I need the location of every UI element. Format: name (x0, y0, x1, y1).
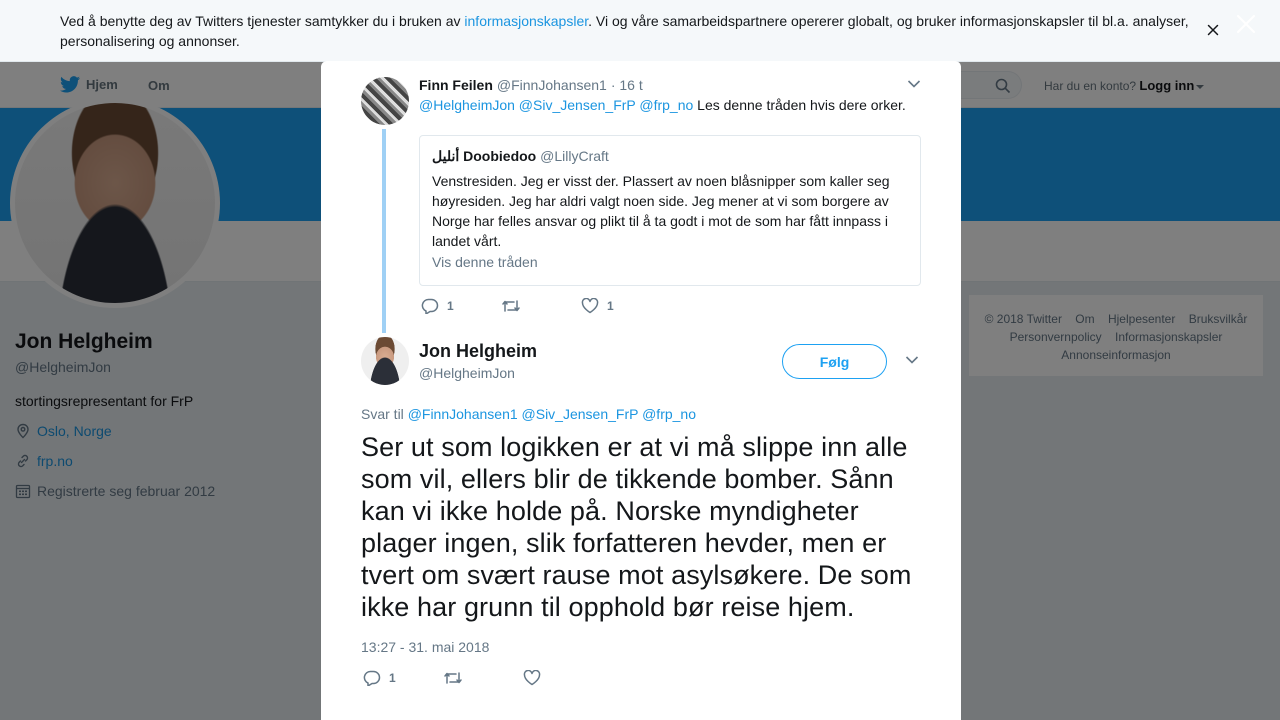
modal-close-icon[interactable] (1234, 12, 1258, 36)
follow-button[interactable]: Følg (782, 344, 887, 379)
retweet-icon (502, 300, 520, 312)
ancestor-avatar[interactable] (361, 77, 409, 125)
main-tweet-timestamp[interactable]: 13:27 - 31. mai 2018 (361, 639, 489, 655)
main-tweet-avatar[interactable] (361, 337, 409, 385)
ancestor-tweet-text: @HelgheimJon @Siv_Jensen_FrP @frp_no Les… (419, 95, 921, 115)
heart-icon (581, 298, 599, 314)
reply-count: 1 (447, 299, 454, 313)
ancestor-timestamp[interactable]: · 16 t (611, 77, 643, 93)
ancestor-tweet-header: Finn Feilen @FinnJohansen1 · 16 t (419, 77, 921, 93)
main-reply-button[interactable]: 1 (363, 670, 443, 686)
cookie-policy-link[interactable]: informasjonskapsler (464, 13, 588, 29)
reply-to-mentions[interactable]: @FinnJohansen1 @Siv_Jensen_FrP @frp_no (408, 406, 696, 422)
quoted-tweet[interactable]: أنليل Doobiedoo @LillyCraft Venstresiden… (419, 135, 921, 286)
main-tweet-action-bar: 1 (363, 670, 603, 686)
main-tweet-text: Ser ut som logikken er at vi må slippe i… (361, 432, 912, 622)
main-reply-count: 1 (389, 671, 396, 685)
ancestor-author-handle[interactable]: @FinnJohansen1 (497, 77, 607, 93)
tweet-permalink-modal: Finn Feilen @FinnJohansen1 · 16 t @Helgh… (321, 61, 961, 720)
ancestor-tweet-body: Finn Feilen @FinnJohansen1 · 16 t @Helgh… (419, 77, 921, 115)
quoted-author-name: أنليل Doobiedoo (432, 148, 537, 164)
chevron-down-icon[interactable] (907, 79, 921, 89)
cookie-text: Ved å benytte deg av Twitters tjenester … (60, 11, 1200, 51)
ancestor-action-bar: 1 1 (421, 298, 661, 314)
ancestor-mentions[interactable]: @HelgheimJon @Siv_Jensen_FrP @frp_no (419, 97, 693, 113)
reply-button[interactable]: 1 (421, 298, 501, 314)
main-tweet-author-name[interactable]: Jon Helgheim (419, 341, 537, 362)
quoted-tweet-header: أنليل Doobiedoo @LillyCraft (432, 148, 908, 165)
heart-icon (523, 670, 541, 686)
retweet-button[interactable] (501, 298, 581, 314)
retweet-icon (444, 672, 462, 684)
like-count: 1 (607, 299, 614, 313)
cookie-banner: Ved å benytte deg av Twitters tjenester … (0, 0, 1280, 62)
quoted-tweet-text: Venstresiden. Jeg er visst der. Plassert… (432, 173, 890, 249)
reply-to-label: Svar til (361, 406, 404, 422)
main-like-button[interactable] (523, 670, 603, 686)
replying-to: Svar til @FinnJohansen1 @Siv_Jensen_FrP … (361, 406, 696, 422)
quoted-author-handle: @LillyCraft (540, 148, 609, 164)
ancestor-text-content: Les denne tråden hvis dere orker. (693, 97, 906, 113)
reply-icon (363, 670, 381, 686)
reply-icon (421, 298, 439, 314)
cookie-text-before: Ved å benytte deg av Twitters tjenester … (60, 13, 465, 29)
cookie-close-icon[interactable] (1205, 22, 1221, 38)
ancestor-author-name[interactable]: Finn Feilen (419, 77, 493, 93)
thread-connector-line (382, 129, 386, 333)
like-button[interactable]: 1 (581, 298, 661, 314)
main-retweet-button[interactable] (443, 670, 523, 686)
chevron-down-icon[interactable] (905, 355, 919, 365)
show-thread-link[interactable]: Vis denne tråden (432, 254, 908, 270)
main-tweet-author-handle[interactable]: @HelgheimJon (419, 365, 515, 381)
